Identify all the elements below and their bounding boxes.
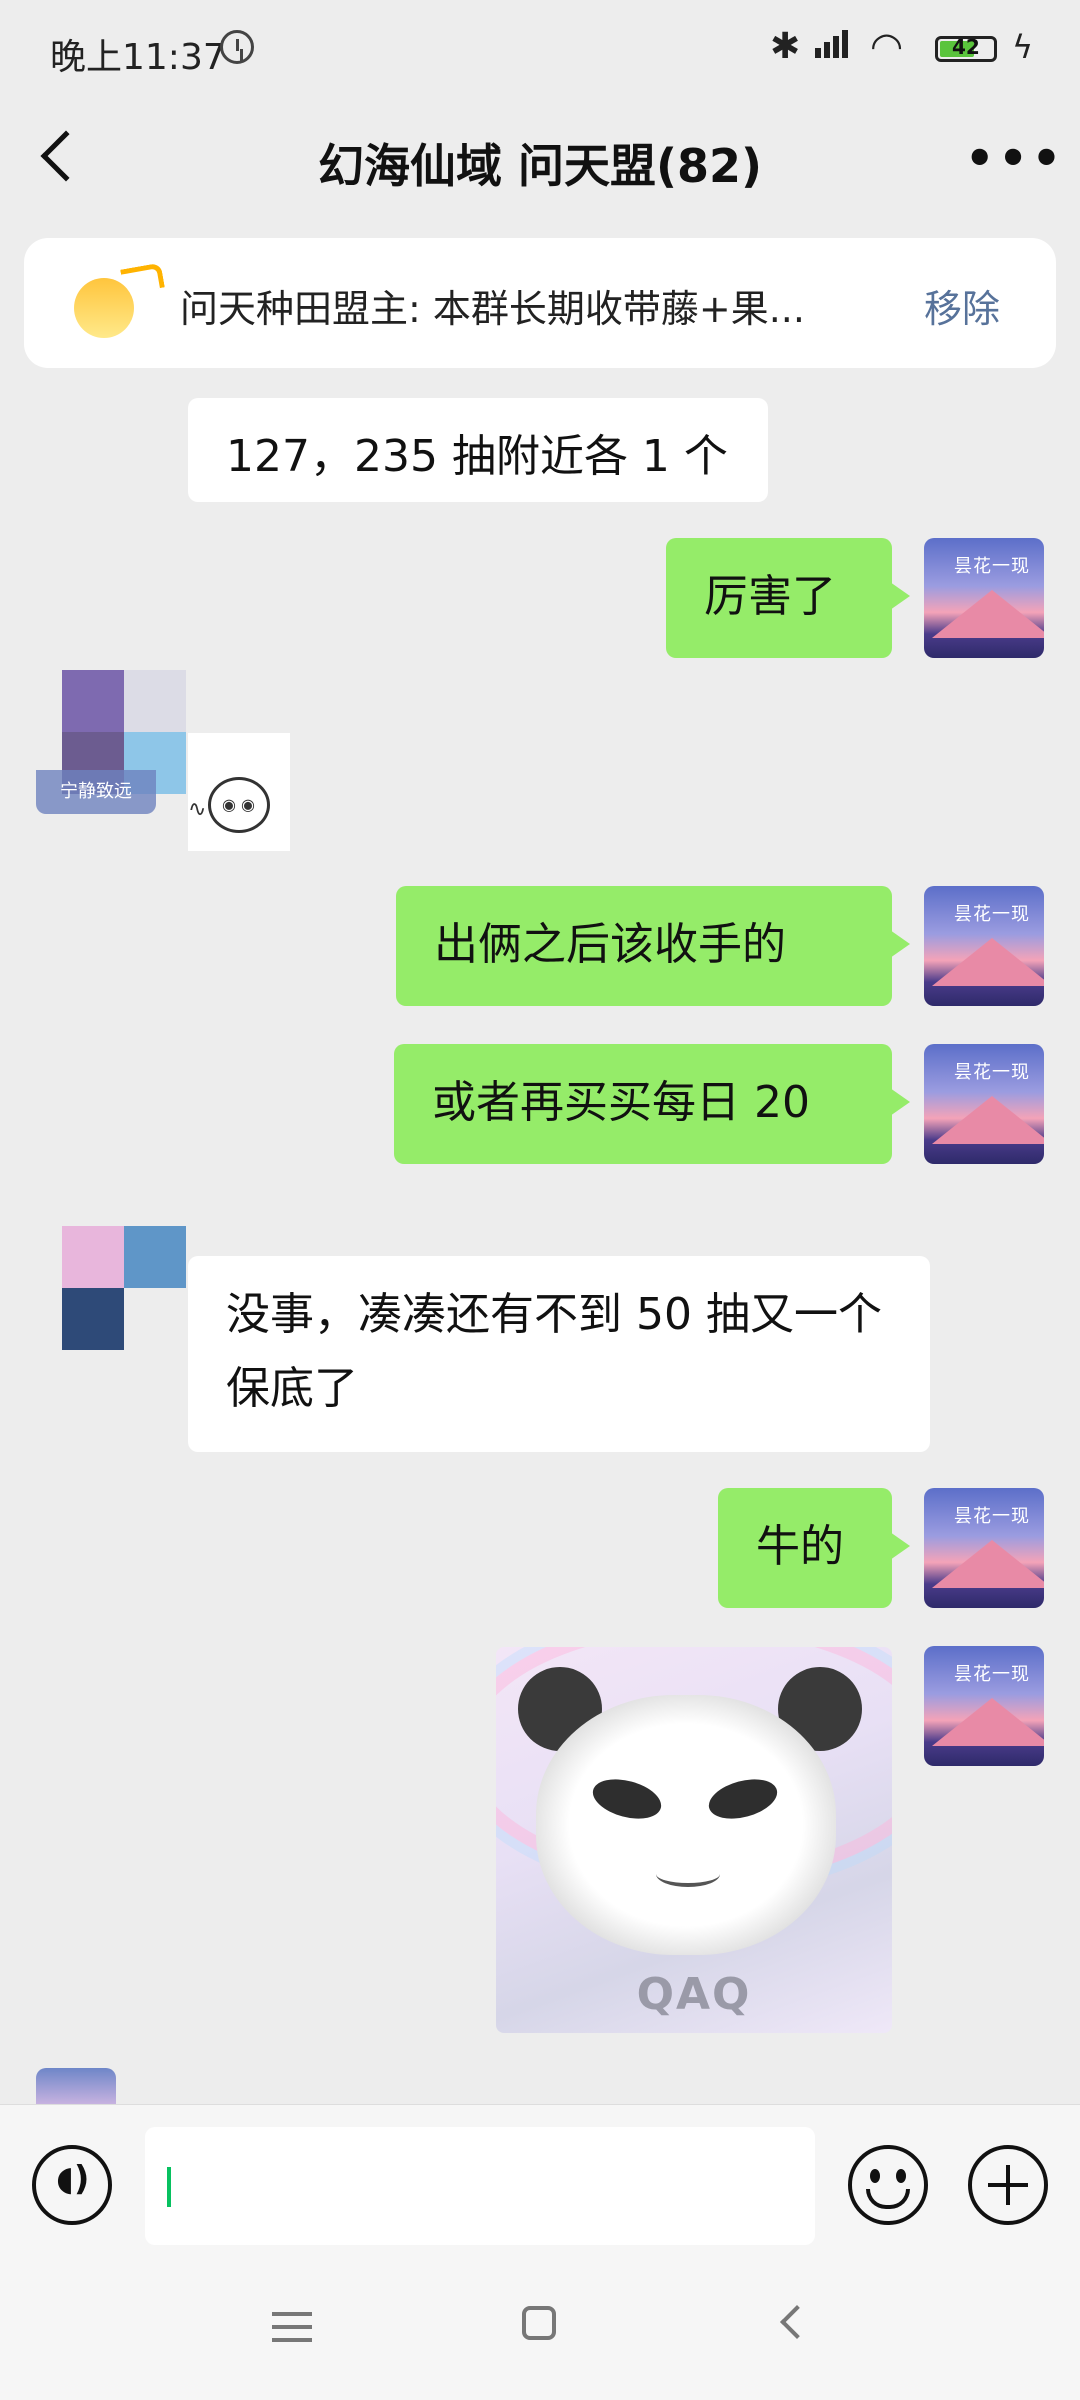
battery-level: 42 (952, 35, 980, 59)
my-avatar[interactable]: 昙花一现 (924, 1646, 1044, 1766)
home-icon[interactable] (522, 2306, 556, 2340)
my-avatar[interactable]: 昙花一现 (924, 1044, 1044, 1164)
recent-apps-icon[interactable] (272, 2312, 312, 2342)
sender-name-label: 宁静致远 (36, 770, 156, 814)
signal-icon (815, 30, 851, 58)
my-avatar[interactable]: 昙花一现 (924, 1488, 1044, 1608)
avatar-caption: 昙花一现 (954, 1062, 1030, 1083)
remove-notice-button[interactable]: 移除 (924, 278, 1000, 333)
avatar-pixel (124, 1226, 186, 1288)
avatar-pixel (124, 670, 186, 732)
more-functions-icon[interactable] (968, 2145, 1048, 2225)
notice-text: 问天种田盟主: 本群长期收带藤+果... (180, 287, 805, 331)
panda-face (536, 1695, 836, 1955)
message-bubble-me[interactable]: 厉害了 (666, 538, 910, 658)
other-avatar[interactable] (62, 670, 124, 732)
emoji-icon[interactable] (848, 2145, 928, 2225)
bluetooth-icon: ✱ (770, 26, 801, 67)
message-input[interactable] (145, 2127, 815, 2245)
sun-rays-icon (120, 262, 165, 295)
sticker-caption: QAQ (636, 1969, 752, 2020)
message-bubble-other[interactable]: 没事，凑凑还有不到 50 抽又一个保底了 (188, 1256, 930, 1452)
voice-input-icon[interactable]: ◖) (32, 2145, 112, 2225)
my-avatar[interactable]: 昙花一现 (924, 886, 1044, 1006)
sticker-image[interactable]: ◉ ◉ ∿ (188, 733, 290, 851)
message-bubble-me[interactable]: 或者再买买每日 20 (394, 1044, 910, 1164)
alarm-icon (220, 30, 254, 64)
chat-title: 幻海仙域 问天盟(82) (317, 139, 763, 193)
other-avatar[interactable] (62, 1226, 124, 1288)
more-dots-icon[interactable]: ••• (965, 135, 1065, 181)
charging-icon: ϟ (1012, 28, 1034, 66)
message-bubble-me[interactable]: 出俩之后该收手的 (396, 886, 910, 1006)
my-avatar[interactable]: 昙花一现 (924, 538, 1044, 658)
status-time: 晚上11:37 (50, 37, 226, 78)
sticker-eyes: ◉ ◉ (222, 795, 256, 814)
system-nav-bar (0, 2254, 1080, 2400)
avatar-caption: 昙花一现 (954, 556, 1030, 577)
message-bubble-me[interactable]: 牛的 (718, 1488, 910, 1608)
panda-mouth (656, 1861, 720, 1887)
nav-back-icon[interactable] (780, 2305, 814, 2339)
avatar-caption: 昙花一现 (954, 904, 1030, 925)
avatar-caption: 昙花一现 (954, 1664, 1030, 1685)
avatar-caption: 昙花一现 (954, 1506, 1030, 1527)
group-notice-banner[interactable]: 问天种田盟主: 本群长期收带藤+果... 移除 (24, 238, 1056, 368)
heartbeat-icon: ∿ (188, 797, 207, 822)
chat-header: 幻海仙域 问天盟(82) ••• (0, 100, 1080, 236)
battery-icon: 42 (935, 35, 997, 62)
status-bar: 晚上11:37 ✱ ◠ 42 ϟ (0, 0, 1080, 100)
avatar-pixel (62, 1288, 124, 1350)
other-avatar[interactable] (36, 2068, 116, 2104)
chat-input-bar: ◖) (0, 2104, 1080, 2255)
sound-wave-icon: ◖) (56, 2159, 90, 2199)
message-bubble-other[interactable]: 127，235 抽附近各 1 个 (188, 398, 768, 502)
text-caret (167, 2167, 171, 2207)
panda-sticker-image[interactable]: QAQ (496, 1647, 892, 2033)
wifi-icon: ◠ (870, 24, 904, 68)
